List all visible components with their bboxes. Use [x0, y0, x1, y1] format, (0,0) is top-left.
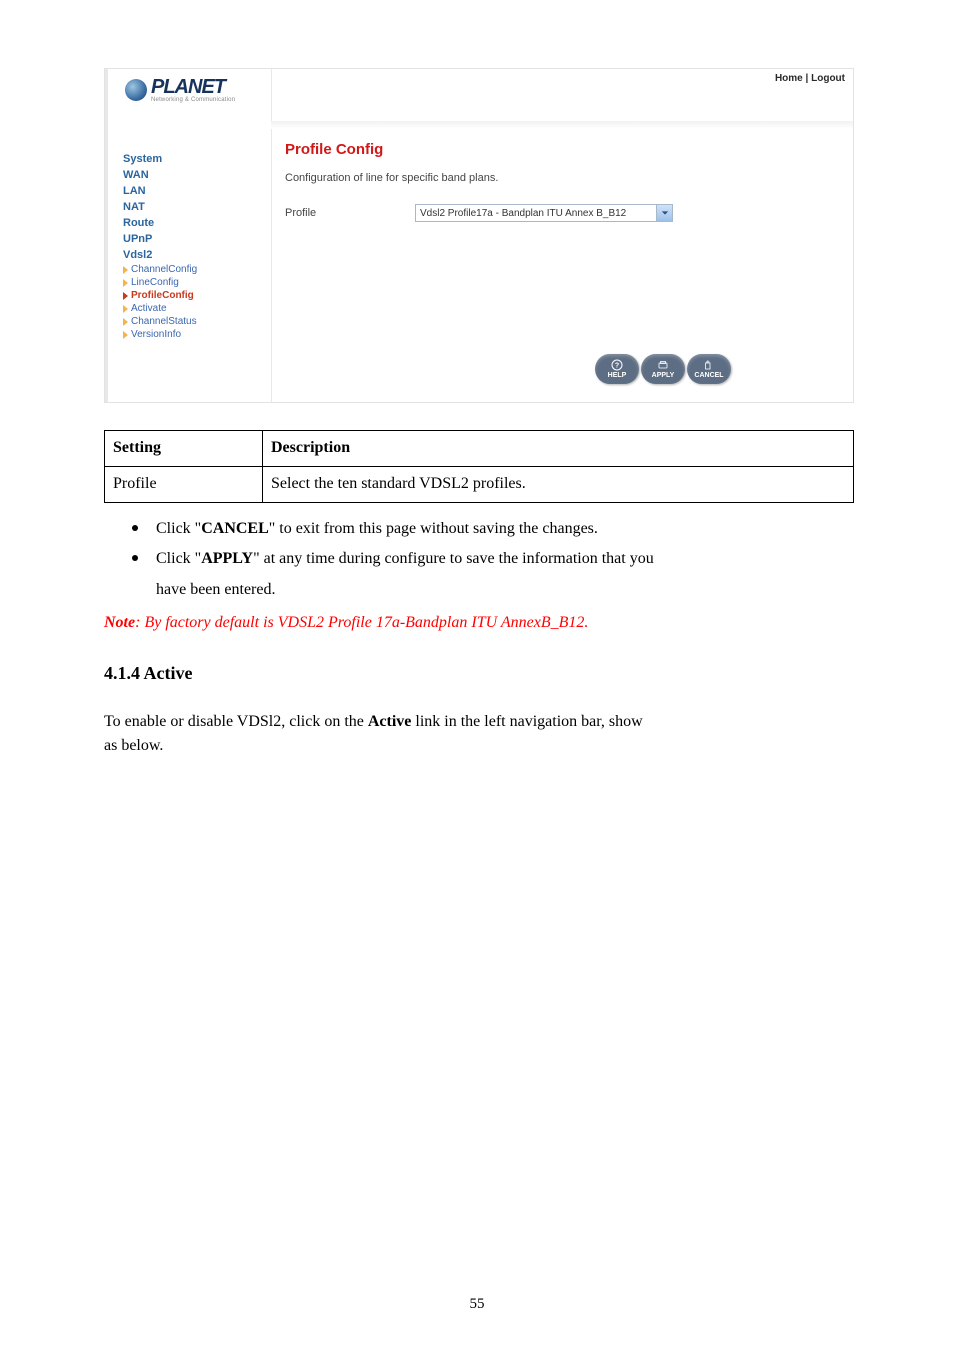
b1-pre: Click "	[156, 520, 201, 537]
sidebar-item-upnp[interactable]: UPnP	[119, 231, 259, 247]
apply-label: APPLY	[652, 372, 675, 379]
section-para-1: To enable or disable VDSl2, click on the…	[104, 710, 854, 735]
logo-brand: PLANET	[151, 77, 235, 97]
b2-post: " at any time during configure to save t…	[253, 550, 654, 567]
cancel-icon	[703, 359, 715, 371]
help-icon: ?	[611, 359, 623, 371]
page-number: 55	[0, 1296, 954, 1313]
apply-icon	[657, 359, 669, 371]
apply-button[interactable]: APPLY	[641, 354, 685, 384]
bullet-cancel: Click "CANCEL" to exit from this page wi…	[132, 517, 854, 542]
home-link[interactable]: Home	[775, 73, 803, 84]
content-area: Profile Config Configuration of line for…	[285, 141, 841, 390]
bullet-apply-cont: have been entered.	[156, 578, 854, 603]
sidebar-sub-label: LineConfig	[131, 277, 179, 288]
brand-logo: PLANET Networking & Communication	[125, 77, 265, 103]
th-description: Description	[263, 431, 854, 467]
router-admin-panel: Home | Logout PLANET Networking & Commun…	[104, 68, 854, 403]
b1-bold: CANCEL	[201, 520, 269, 537]
note-text: : By factory default is VDSL2 Profile 17…	[135, 614, 588, 631]
sidebar-sub-channelconfig[interactable]: ChannelConfig	[119, 263, 259, 276]
bullet-list: Click "CANCEL" to exit from this page wi…	[132, 517, 854, 573]
action-buttons: ? HELP APPLY CANCEL	[595, 354, 731, 384]
sidebar-sub-versioninfo[interactable]: VersionInfo	[119, 328, 259, 341]
settings-table: Setting Description Profile Select the t…	[104, 430, 854, 503]
sidebar-item-system[interactable]: System	[119, 151, 259, 167]
help-label: HELP	[608, 372, 627, 379]
triangle-icon	[123, 331, 128, 339]
logout-link[interactable]: Logout	[811, 73, 845, 84]
document-body: Setting Description Profile Select the t…	[104, 430, 854, 759]
table-header-row: Setting Description	[105, 431, 854, 467]
th-setting: Setting	[105, 431, 263, 467]
left-gutter	[105, 69, 108, 402]
sidebar-sub-lineconfig[interactable]: LineConfig	[119, 276, 259, 289]
b2-pre: Click "	[156, 550, 201, 567]
link-separator: |	[806, 73, 809, 84]
sidebar-item-vdsl2[interactable]: Vdsl2	[119, 247, 259, 263]
triangle-icon	[123, 266, 128, 274]
header-divider	[271, 121, 853, 129]
cancel-label: CANCEL	[694, 372, 723, 379]
sidebar-nav: System WAN LAN NAT Route UPnP Vdsl2 Chan…	[119, 151, 259, 341]
sidebar-sub-label: ProfileConfig	[131, 290, 194, 301]
svg-text:?: ?	[615, 363, 619, 370]
sidebar-sub-label: VersionInfo	[131, 329, 181, 340]
chevron-down-icon[interactable]	[656, 205, 672, 221]
sidebar-sub-label: ChannelConfig	[131, 264, 197, 275]
note-label: Note	[104, 614, 135, 631]
b2-bold: APPLY	[201, 550, 253, 567]
sidebar-item-nat[interactable]: NAT	[119, 199, 259, 215]
sidebar-sub-label: Activate	[131, 303, 167, 314]
triangle-icon	[123, 292, 128, 300]
logo-tagline: Networking & Communication	[151, 97, 235, 103]
p1a: To enable or disable VDSl2, click on the	[104, 713, 368, 730]
sidebar-sub-profileconfig[interactable]: ProfileConfig	[119, 289, 259, 302]
section-para-2: as below.	[104, 734, 854, 759]
sidebar-sub-label: ChannelStatus	[131, 316, 197, 327]
bullet-apply: Click "APPLY" at any time during configu…	[132, 547, 854, 572]
sidebar-sub-activate[interactable]: Activate	[119, 302, 259, 315]
sidebar-item-route[interactable]: Route	[119, 215, 259, 231]
td-setting: Profile	[105, 466, 263, 502]
page-subtitle: Configuration of line for specific band …	[285, 172, 841, 184]
sidebar-item-lan[interactable]: LAN	[119, 183, 259, 199]
globe-icon	[125, 79, 147, 101]
p1c: link in the left navigation bar, show	[411, 713, 642, 730]
cancel-button[interactable]: CANCEL	[687, 354, 731, 384]
td-description: Select the ten standard VDSL2 profiles.	[263, 466, 854, 502]
profile-row: Profile	[285, 204, 841, 222]
triangle-icon	[123, 305, 128, 313]
sidebar-sub-channelstatus[interactable]: ChannelStatus	[119, 315, 259, 328]
b1-post: " to exit from this page without saving …	[269, 520, 598, 537]
note-line: Note: By factory default is VDSL2 Profil…	[104, 611, 854, 636]
section-heading: 4.1.4 Active	[104, 660, 854, 688]
triangle-icon	[123, 279, 128, 287]
page-title: Profile Config	[285, 141, 841, 158]
table-row: Profile Select the ten standard VDSL2 pr…	[105, 466, 854, 502]
sidebar-item-wan[interactable]: WAN	[119, 167, 259, 183]
profile-select-value[interactable]	[416, 207, 656, 220]
profile-select[interactable]	[415, 204, 673, 222]
triangle-icon	[123, 318, 128, 326]
p1b: Active	[368, 713, 412, 730]
vertical-divider	[271, 69, 272, 402]
top-right-links: Home | Logout	[775, 73, 845, 84]
logo-text: PLANET Networking & Communication	[151, 77, 235, 103]
help-button[interactable]: ? HELP	[595, 354, 639, 384]
profile-label: Profile	[285, 207, 345, 219]
